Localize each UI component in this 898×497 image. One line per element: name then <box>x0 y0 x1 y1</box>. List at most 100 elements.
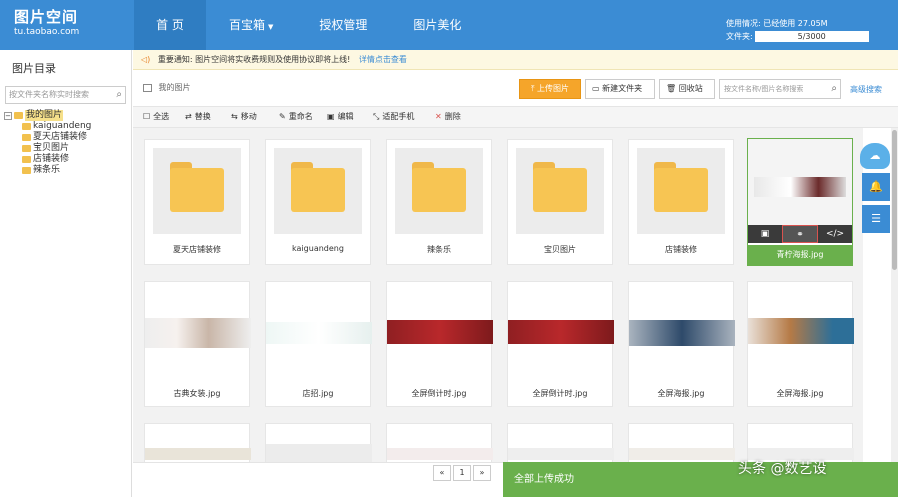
cloud-mascot-icon[interactable]: ☁ <box>860 143 890 169</box>
image-name: 古典女装.jpg <box>173 389 221 398</box>
search-icon[interactable]: ⌕ <box>831 80 837 98</box>
folder-icon <box>654 162 708 212</box>
tree-root[interactable]: − 我的图片 <box>4 110 91 121</box>
folder-icon <box>22 123 31 130</box>
caret-down-icon: ▼ <box>268 23 274 31</box>
image-search-input[interactable]: 按文件名称/图片名称搜索 ⌕ <box>719 79 841 99</box>
breadcrumb-label: 我的图片 <box>158 83 191 92</box>
top-bar: 图片空间 tu.taobao.com 首 页 百宝箱 ▼ 授权管理 图片美化 使用… <box>0 0 898 50</box>
pencil-icon: ✎ <box>279 112 286 121</box>
new-folder-label: 新建文件夹 <box>602 84 643 93</box>
folder-icon <box>412 162 466 212</box>
checkbox-icon: ☐ <box>143 112 151 121</box>
nav-toolbox[interactable]: 百宝箱 ▼ <box>206 0 296 50</box>
image-thumb <box>387 320 493 344</box>
mobile-fit-button[interactable]: ⤡ 适配手机 <box>373 107 414 127</box>
tree-item[interactable]: 夏天店铺装修 <box>22 132 91 143</box>
image-thumb <box>748 318 854 344</box>
image-icon[interactable]: ▣ <box>748 225 782 243</box>
folder-name: kaiguandeng <box>292 244 344 253</box>
edit-button[interactable]: ▣ 编辑 <box>327 107 354 127</box>
page-number[interactable]: 1 <box>453 465 471 481</box>
folder-card[interactable]: 店铺装修 <box>628 139 734 265</box>
image-thumb <box>266 322 372 344</box>
folder-name: 宝贝图片 <box>544 245 576 254</box>
image-name: 全屏海报.jpg <box>776 389 824 398</box>
edit-label: 编辑 <box>337 112 354 121</box>
recycle-label: 回收站 <box>678 84 703 93</box>
replace-label: 替换 <box>194 112 211 121</box>
tree-item[interactable]: 店铺装修 <box>22 154 91 165</box>
image-thumb <box>508 448 614 460</box>
image-card[interactable]: 全屏倒计时.jpg <box>507 281 614 407</box>
image-card[interactable]: 全屏海报.jpg <box>747 281 854 407</box>
watermark: 头条 @数艺设 <box>738 461 827 477</box>
select-all-checkbox[interactable]: ☐ 全选 <box>143 107 169 127</box>
image-card[interactable]: 全屏倒计时.jpg <box>386 281 493 407</box>
move-label: 移动 <box>240 112 257 121</box>
nav-beautify[interactable]: 图片美化 <box>390 0 484 50</box>
image-search-placeholder: 按文件名称/图片名称搜索 <box>724 85 804 93</box>
notice-text: 重要通知: 图片空间将实收费规则及使用协议即将上线! <box>157 55 351 64</box>
tree-item-label: 辣条乐 <box>33 165 61 175</box>
toolbar: 我的图片 ⤒ 上传图片 ▭ 新建文件夹 🗑 回收站 按文件名称/图片名称搜索 ⌕… <box>133 76 898 102</box>
folder-thumb <box>395 148 483 234</box>
image-card[interactable]: 店招.jpg <box>265 281 372 407</box>
tree-item[interactable]: 辣条乐 <box>22 165 91 176</box>
tree-root-label: 我的图片 <box>25 110 64 121</box>
next-page-button[interactable]: » <box>473 465 491 481</box>
search-icon[interactable]: ⌕ <box>116 87 122 103</box>
image-card[interactable]: 古典女装.jpg <box>144 281 251 407</box>
file-count: 5/3000 <box>754 31 869 42</box>
folder-icon <box>533 162 587 212</box>
chat-icon[interactable]: ☰ <box>862 205 890 233</box>
file-label: 文件夹: <box>726 32 753 41</box>
nav-auth[interactable]: 授权管理 <box>296 0 390 50</box>
nav-home[interactable]: 首 页 <box>134 0 206 50</box>
folder-card[interactable]: 辣条乐 <box>386 139 492 265</box>
upload-button[interactable]: ⤒ 上传图片 <box>519 79 581 99</box>
rename-label: 重命名 <box>288 112 313 121</box>
recycle-button[interactable]: 🗑 回收站 <box>659 79 715 99</box>
code-icon[interactable]: </> <box>818 225 852 243</box>
nav-toolbox-label: 百宝箱 <box>229 18 266 32</box>
tree-item[interactable]: 宝贝图片 <box>22 143 91 154</box>
replace-button[interactable]: ⇄ 替换 <box>185 107 211 127</box>
image-card[interactable]: 全屏海报.jpg <box>628 281 735 407</box>
scrollbar[interactable] <box>891 128 898 462</box>
notice-link[interactable]: 详情点击查看 <box>359 55 407 64</box>
image-card-selected[interactable]: ▣ ⚭ </> 青柠海报.jpg <box>747 138 853 266</box>
folder-tree: − 我的图片 kaiguandeng 夏天店铺装修 宝贝图片 店铺装修 辣条乐 <box>4 110 91 176</box>
image-thumb <box>266 444 372 462</box>
logo[interactable]: 图片空间 tu.taobao.com <box>14 8 124 38</box>
move-button[interactable]: ⇆ 移动 <box>231 107 257 127</box>
folder-icon <box>22 145 31 152</box>
prev-page-button[interactable]: « <box>433 465 451 481</box>
scrollbar-thumb[interactable] <box>892 130 897 270</box>
pagination: « 1 » <box>433 465 493 481</box>
rename-button[interactable]: ✎ 重命名 <box>279 107 313 127</box>
folder-card[interactable]: 宝贝图片 <box>507 139 613 265</box>
select-all-label: 全选 <box>153 112 170 121</box>
folder-name: 辣条乐 <box>427 245 451 254</box>
link-icon[interactable]: ⚭ <box>782 225 818 243</box>
new-folder-button[interactable]: ▭ 新建文件夹 <box>585 79 655 99</box>
folder-search-placeholder: 按文件夹名称实时搜索 <box>9 90 89 99</box>
image-grid: 夏天店铺装修 kaiguandeng 辣条乐 宝贝图片 店铺装修 ▣ ⚭ </>… <box>133 128 863 497</box>
image-thumb <box>629 320 735 346</box>
trash-icon: 🗑 <box>666 84 679 93</box>
usage-text: 使用情况: 已经使用 27.05M <box>726 19 828 28</box>
folder-card[interactable]: kaiguandeng <box>265 139 371 265</box>
folder-card[interactable]: 夏天店铺装修 <box>144 139 250 265</box>
image-thumb <box>629 448 735 460</box>
delete-icon: ✕ <box>435 112 442 121</box>
folder-search-input[interactable]: 按文件夹名称实时搜索 ⌕ <box>5 86 126 104</box>
bell-icon[interactable]: 🔔 <box>862 173 890 201</box>
tree-item[interactable]: kaiguandeng <box>22 121 91 132</box>
advanced-search-link[interactable]: 高级搜索 <box>850 84 882 95</box>
folder-thumb <box>274 148 362 234</box>
banner-image <box>754 177 846 197</box>
delete-button[interactable]: ✕ 删除 <box>435 107 461 127</box>
image-thumb <box>508 320 614 344</box>
collapse-icon[interactable]: − <box>4 111 12 120</box>
